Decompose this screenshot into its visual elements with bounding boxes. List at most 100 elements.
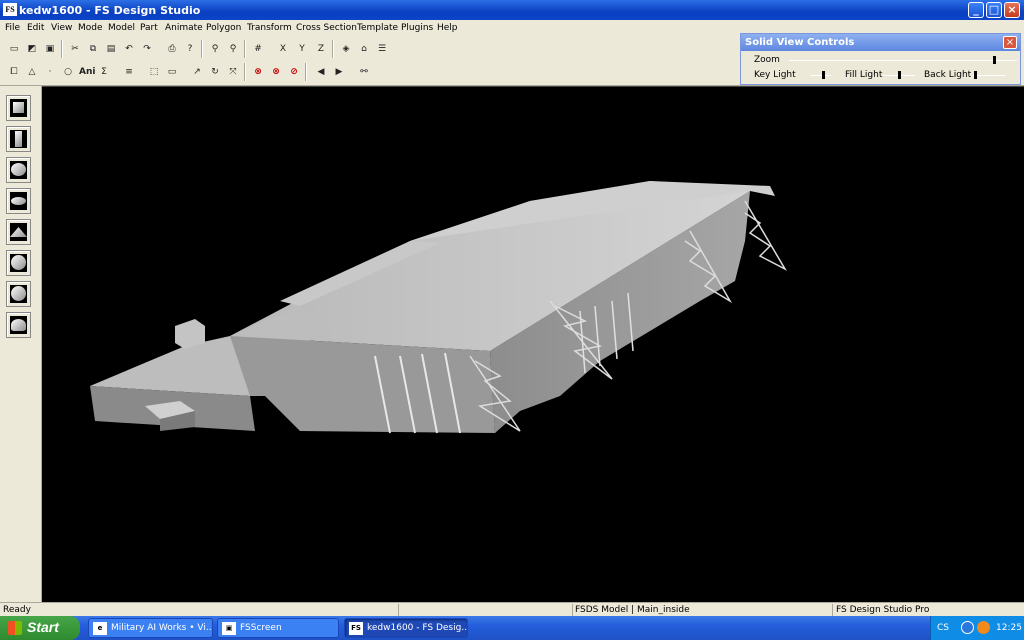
task-military-ai[interactable]: e Military AI Works • Vi... [88, 618, 213, 638]
rotate-icon[interactable]: ↻ [207, 64, 223, 80]
new-file-icon[interactable]: ▭ [6, 41, 22, 57]
menu-part[interactable]: Part [140, 23, 158, 33]
hangar-model-render [90, 181, 787, 434]
clock: 12:25 [996, 623, 1022, 633]
update-icon[interactable] [977, 621, 990, 634]
primitives-toolbar [0, 86, 42, 602]
sphere-icon [11, 163, 26, 176]
triangle-icon[interactable]: △ [24, 64, 40, 80]
title-bar: FS kedw1600 - FS Design Studio _ □ × [0, 0, 1024, 20]
fill-light-slider-thumb[interactable] [898, 71, 901, 79]
solid-view-icon[interactable]: ◈ [338, 41, 354, 57]
status-divider [832, 604, 833, 616]
move-icon[interactable]: ↗ [189, 64, 205, 80]
scale-icon[interactable]: ⤧ [225, 64, 241, 80]
menu-animate[interactable]: Animate [165, 23, 203, 33]
maximize-button[interactable]: □ [986, 2, 1002, 18]
cube-button[interactable] [6, 95, 31, 121]
task-fsscreen[interactable]: ▣ FSScreen [217, 618, 339, 638]
menu-view[interactable]: View [51, 23, 72, 33]
menu-template[interactable]: Template [357, 23, 398, 33]
cone-button[interactable] [6, 219, 31, 245]
geosphere-button[interactable] [6, 250, 31, 276]
binoculars-icon[interactable]: ⚯ [356, 64, 372, 80]
no-select-icon[interactable]: ⊗ [250, 64, 266, 80]
menu-polygon[interactable]: Polygon [206, 23, 241, 33]
menu-cross-section[interactable]: Cross Section [296, 23, 357, 33]
back-light-label: Back Light [924, 70, 972, 80]
menu-mode[interactable]: Mode [78, 23, 103, 33]
open-folder-icon[interactable]: ◩ [24, 41, 40, 57]
previous-icon[interactable]: ◀ [313, 64, 329, 80]
language-indicator[interactable]: CS [937, 623, 949, 633]
fill-light-label: Fill Light [845, 70, 883, 80]
system-tray: CS 12:25 [930, 616, 1024, 640]
cylinder-button[interactable] [6, 126, 31, 152]
no-move-icon[interactable]: ⊗ [268, 64, 284, 80]
panel-title: Solid View Controls [741, 34, 1020, 51]
zoom-in-icon[interactable]: ⚲ [207, 41, 223, 57]
menu-plugins[interactable]: Plugins [401, 23, 433, 33]
texture-icon[interactable]: ≡ [121, 64, 137, 80]
cylinder-icon [15, 131, 22, 147]
3d-viewport[interactable] [42, 86, 1024, 602]
close-button[interactable]: × [1004, 2, 1020, 18]
menu-transform[interactable]: Transform [247, 23, 292, 33]
grid-icon[interactable]: # [250, 41, 266, 57]
dome-button[interactable] [6, 312, 31, 338]
menu-model[interactable]: Model [108, 23, 135, 33]
app-icon: FS [3, 3, 17, 16]
next-icon[interactable]: ▶ [331, 64, 347, 80]
key-light-slider[interactable] [811, 75, 831, 76]
properties-icon[interactable]: ☰ [374, 41, 390, 57]
print-icon[interactable]: ⎙ [164, 41, 180, 57]
panel-close-button[interactable]: × [1003, 36, 1017, 49]
point-icon[interactable]: · [42, 64, 58, 80]
network-icon[interactable] [961, 621, 974, 634]
menu-edit[interactable]: Edit [27, 23, 44, 33]
back-light-slider[interactable] [973, 75, 1005, 76]
start-button[interactable]: Start [0, 616, 80, 640]
view-y-icon[interactable]: Y [294, 41, 310, 57]
undo-icon[interactable]: ↶ [121, 41, 137, 57]
select-box-icon[interactable]: ⧠ [6, 64, 22, 80]
solid-view-controls-panel: Solid View Controls × Zoom Key Light Fil… [740, 33, 1021, 85]
no-rotate-icon[interactable]: ⊘ [286, 64, 302, 80]
ruler-icon[interactable]: ▭ [164, 64, 180, 80]
disk-icon [11, 197, 26, 205]
zoom-out-icon[interactable]: ⚲ [225, 41, 241, 57]
view-z-icon[interactable]: Z [313, 41, 329, 57]
redo-icon[interactable]: ↷ [139, 41, 155, 57]
circle-icon[interactable]: ○ [60, 64, 76, 80]
cut-icon[interactable]: ✂ [67, 41, 83, 57]
key-light-slider-thumb[interactable] [822, 71, 825, 79]
zoom-slider-thumb[interactable] [993, 56, 997, 64]
back-light-slider-thumb[interactable] [973, 71, 977, 79]
zoom-label: Zoom [754, 55, 780, 65]
view-x-icon[interactable]: X [275, 41, 291, 57]
minimize-button[interactable]: _ [968, 2, 984, 18]
animation-button[interactable]: Ani [78, 64, 95, 80]
home-icon[interactable]: ⌂ [356, 41, 372, 57]
hemisphere-icon [11, 286, 26, 301]
zoom-slider[interactable] [789, 60, 1017, 61]
sum-icon[interactable]: Σ [96, 64, 112, 80]
paste-icon[interactable]: ▤ [103, 41, 119, 57]
separator [201, 40, 203, 58]
cone-icon [10, 227, 27, 237]
browser-icon: e [93, 622, 107, 635]
help-icon[interactable]: ? [182, 41, 198, 57]
status-divider [398, 604, 399, 616]
sphere-button[interactable] [6, 157, 31, 183]
window-title: kedw1600 - FS Design Studio [19, 4, 201, 17]
task-fs-design-studio[interactable]: FS kedw1600 - FS Desig... [344, 618, 468, 638]
hemisphere-button[interactable] [6, 281, 31, 307]
menu-file[interactable]: File [5, 23, 20, 33]
fsscreen-icon: ▣ [222, 622, 236, 635]
save-icon[interactable]: ▣ [42, 41, 58, 57]
copy-icon[interactable]: ⧉ [85, 41, 101, 57]
marquee-icon[interactable]: ⬚ [146, 64, 162, 80]
menu-help[interactable]: Help [437, 23, 458, 33]
disk-button[interactable] [6, 188, 31, 214]
dome-icon [11, 319, 26, 331]
